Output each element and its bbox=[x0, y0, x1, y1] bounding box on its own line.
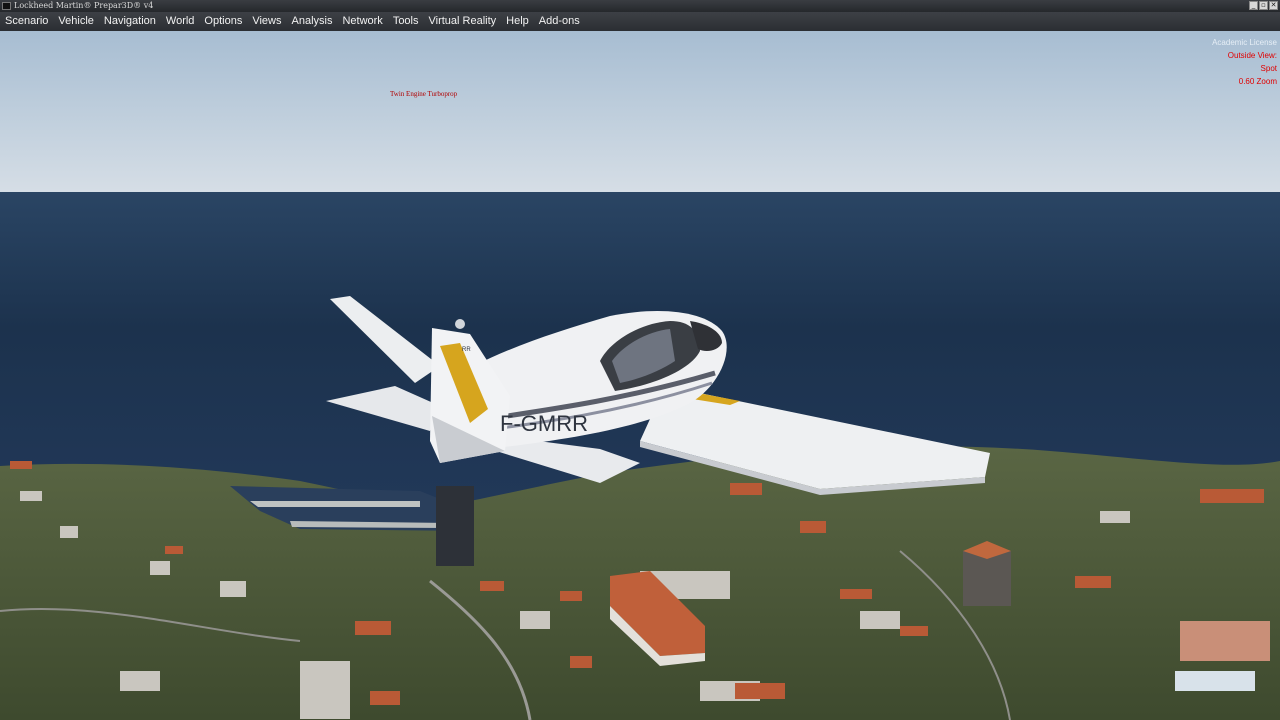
menu-help[interactable]: Help bbox=[501, 12, 534, 31]
menu-scenario[interactable]: Scenario bbox=[0, 12, 53, 31]
minimize-icon[interactable]: _ bbox=[1249, 1, 1258, 10]
menu-navigation[interactable]: Navigation bbox=[99, 12, 161, 31]
close-icon[interactable]: ✕ bbox=[1269, 1, 1278, 10]
menu-options[interactable]: Options bbox=[199, 12, 247, 31]
window-title-bar: Lockheed Martin® Prepar3D® v4 _ ▫ ✕ bbox=[0, 0, 1280, 12]
view-type-label: Spot bbox=[1260, 64, 1277, 73]
zoom-label: 0.60 Zoom bbox=[1238, 77, 1277, 86]
menu-views[interactable]: Views bbox=[247, 12, 286, 31]
window-controls: _ ▫ ✕ bbox=[1249, 1, 1278, 10]
registration-text: F-GMRR bbox=[500, 411, 588, 436]
tail-mark-text: RR bbox=[462, 347, 471, 353]
view-mode-label: Outside View: bbox=[1227, 51, 1277, 60]
menu-network[interactable]: Network bbox=[337, 12, 387, 31]
menu-vehicle[interactable]: Vehicle bbox=[53, 12, 98, 31]
restore-icon[interactable]: ▫ bbox=[1259, 1, 1268, 10]
aircraft-name-label: Twin Engine Turboprop bbox=[390, 90, 458, 98]
window-title: Lockheed Martin® Prepar3D® v4 bbox=[14, 1, 154, 10]
menu-virtual-reality[interactable]: Virtual Reality bbox=[424, 12, 502, 31]
menu-bar: Scenario Vehicle Navigation World Option… bbox=[0, 12, 1280, 32]
menu-world[interactable]: World bbox=[161, 12, 200, 31]
menu-add-ons[interactable]: Add-ons bbox=[534, 12, 585, 31]
menu-tools[interactable]: Tools bbox=[388, 12, 424, 31]
aircraft: F-GMRR RR bbox=[326, 296, 990, 495]
menu-analysis[interactable]: Analysis bbox=[287, 12, 338, 31]
license-label: Academic License bbox=[1212, 38, 1277, 47]
simulator-viewport[interactable]: F-GMRR RR Academic License Outside View:… bbox=[0, 31, 1280, 720]
app-icon bbox=[2, 2, 11, 10]
